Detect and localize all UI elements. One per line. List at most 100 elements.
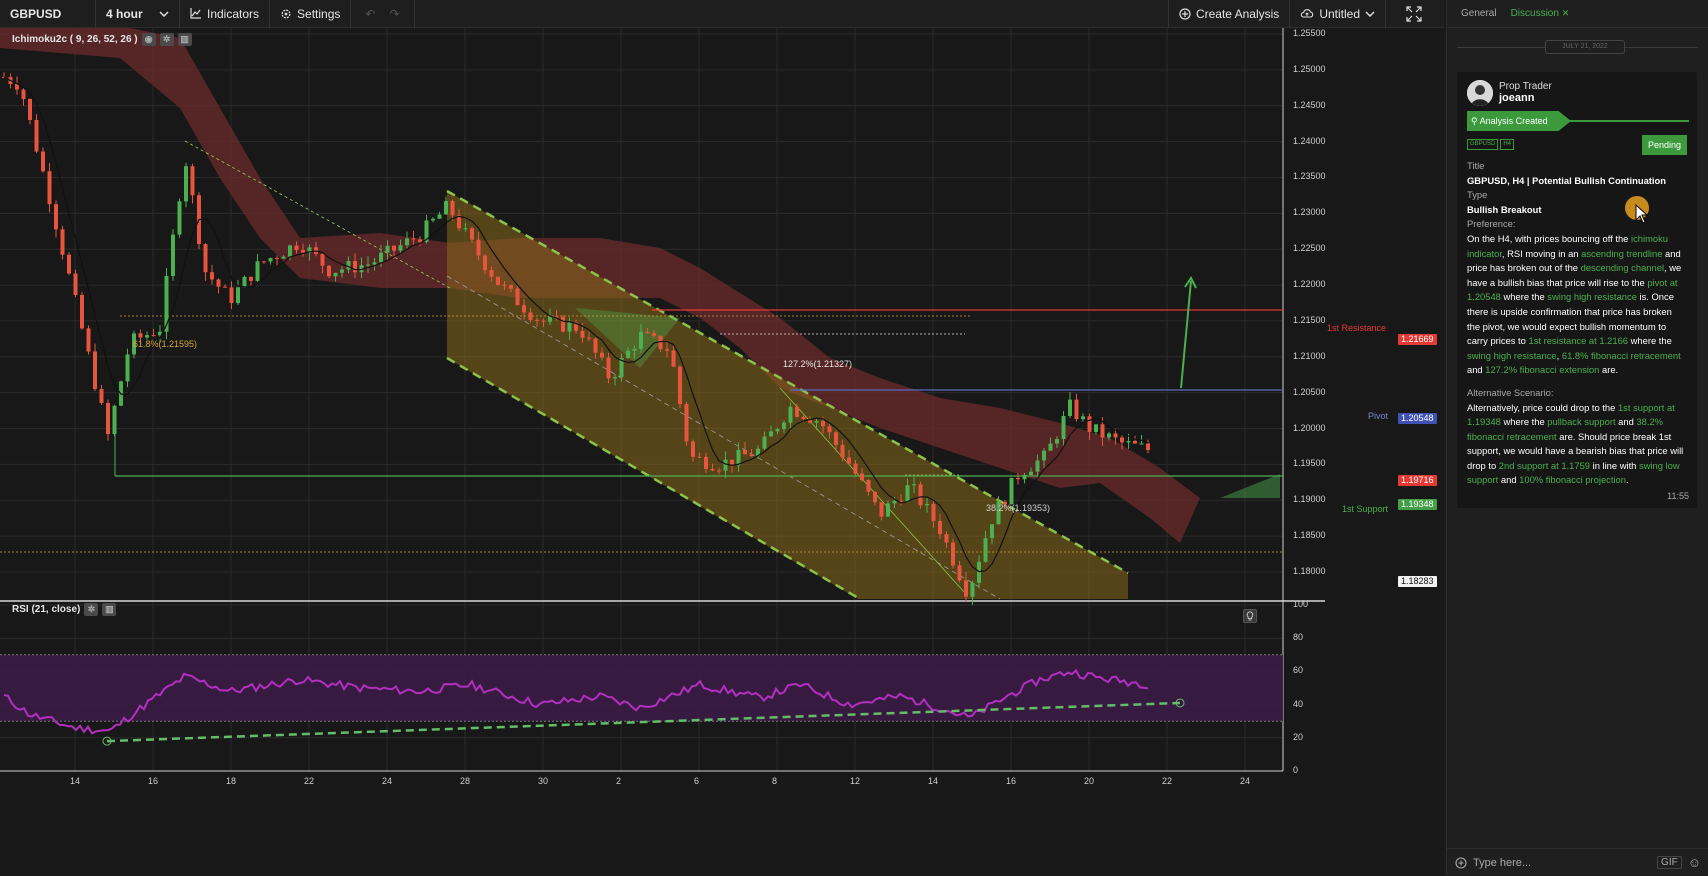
candle-body [567,322,572,332]
candle-body [320,253,325,266]
indicators-button[interactable]: Indicators [180,0,271,28]
price-tick-label: 1.22500 [1293,243,1326,254]
text-span: and [1498,474,1520,486]
author-name[interactable]: joeann [1499,92,1552,105]
highlight-span: swing high resistance [1547,291,1637,303]
candle-body [54,204,58,230]
time-tick-label: 22 [1162,776,1173,786]
candle-body [242,276,247,288]
price-chart[interactable] [0,28,1444,876]
candle-body [249,276,253,281]
candle-body [580,330,585,338]
alternative-text: Alternatively, price could drop to the 1… [1467,401,1687,489]
trash-icon[interactable]: ▥ [102,603,117,616]
candle-body [866,480,871,492]
candle-body [1113,433,1118,438]
candle-body [847,457,851,464]
candle-body [190,166,195,196]
candle-body [684,404,689,442]
fullscreen-icon [1406,5,1422,22]
fullscreen-button[interactable] [1386,0,1444,28]
symbol-label: GBPUSD [10,6,62,21]
interval-selector[interactable]: 4 hour [96,0,180,28]
gear-icon[interactable]: ✲ [84,603,99,616]
candle-body [918,484,923,506]
time-tick-label: 6 [694,776,700,786]
chevron-down-icon [159,10,169,17]
analysis-created-banner: ⚲ Analysis Created [1467,111,1689,131]
candle-body [717,470,721,472]
price-tick-label: 1.24500 [1293,99,1326,110]
candle-body [691,441,695,457]
candle-body [229,287,234,304]
highlight-span: ascending trendline [1581,247,1663,259]
banner-label: Analysis Created [1479,116,1548,126]
candle-body [340,269,344,273]
tab-discussion[interactable]: Discussion ✕ [1511,8,1570,19]
candle-body [788,406,793,423]
crosshair-price-tag: 1.18283 [1398,576,1437,587]
time-tick-label: 24 [382,776,393,786]
candle-body [489,270,494,277]
price-tick-label: 1.23500 [1293,171,1326,182]
tab-general[interactable]: General [1461,8,1497,19]
candle-body [268,258,273,262]
gif-button[interactable]: GIF [1657,856,1682,869]
candle-body [431,218,435,221]
candle-body [977,561,981,583]
settings-button[interactable]: Settings [270,0,352,28]
candle-body [41,151,45,172]
candle-body [151,335,156,337]
text-span: and [1615,416,1637,428]
candle-body [262,261,266,263]
candle-body [782,422,786,429]
gear-icon[interactable]: ✲ [159,33,174,46]
candle-body [801,416,806,420]
chart-area[interactable]: Ichimoku2c ( 9, 26, 52, 26 ) ◉ ✲ ▥ RSI (… [0,28,1444,876]
candle-body [470,228,474,240]
settings-label: Settings [297,6,341,21]
candle-body [171,234,175,276]
create-analysis-button[interactable]: Create Analysis [1167,0,1291,28]
candle-body [528,312,533,320]
candle-body [912,484,916,486]
emoji-icon[interactable]: ☺ [1688,855,1701,870]
undo-icon[interactable]: ↶ [365,7,375,21]
lightbulb-icon[interactable] [1243,609,1257,623]
candle-body [632,348,637,351]
candle-body [450,200,455,216]
candle-body [106,403,110,435]
close-icon[interactable]: ✕ [1562,8,1570,18]
candle-body [821,421,825,427]
candle-body [418,239,422,242]
layout-selector[interactable]: Untitled [1290,0,1386,28]
candle-body [1022,475,1027,480]
analysis-type: Bullish Breakout [1467,203,1542,215]
rsi-tick-label: 60 [1293,665,1304,676]
text-span: , RSI moving in an [1501,247,1582,259]
avatar[interactable] [1467,80,1493,106]
candle-body [944,534,949,543]
candle-body [671,350,676,367]
candle-body [905,485,910,503]
time-tick-label: 18 [226,776,237,786]
trash-icon[interactable]: ▥ [177,33,192,46]
candle-body [1061,415,1066,439]
candle-body [1133,440,1137,444]
candle-body [652,333,656,336]
candle-body [210,272,214,280]
plus-circle-icon[interactable] [1455,856,1467,869]
redo-icon[interactable]: ↷ [389,7,399,21]
candle-body [840,444,845,458]
type-field-label: Type [1467,189,1488,201]
candle-body [1029,471,1033,476]
candle-body [437,214,442,219]
symbol-selector[interactable]: GBPUSD [0,0,96,28]
time-tick-label: 20 [1084,776,1095,786]
eye-icon[interactable]: ◉ [141,33,156,46]
candle-body [203,244,208,273]
message-input[interactable]: Type here... [1473,857,1531,869]
fib-382-label: 38.2%(1.19353) [986,503,1051,513]
candle-body [223,286,227,288]
text-span: and [1467,364,1486,376]
